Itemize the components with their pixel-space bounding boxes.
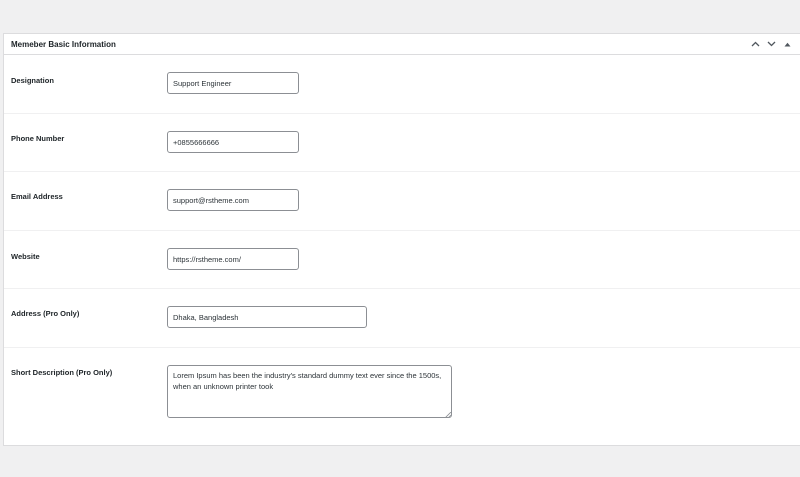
website-row: Website <box>4 231 800 289</box>
website-input[interactable] <box>167 248 299 270</box>
phone-input[interactable] <box>167 131 299 153</box>
phone-row: Phone Number <box>4 114 800 172</box>
metabox-title: Memeber Basic Information <box>11 39 116 49</box>
description-label: Short Description (Pro Only) <box>11 368 113 377</box>
designation-row: Designation <box>4 55 800 114</box>
address-row: Address (Pro Only) <box>4 289 800 348</box>
email-row: Email Address <box>4 172 800 231</box>
description-textarea[interactable] <box>167 365 452 418</box>
metabox-content: Designation Phone Number Email Address W… <box>4 55 800 426</box>
chevron-down-icon <box>767 41 775 47</box>
chevron-up-icon <box>751 41 759 47</box>
address-input[interactable] <box>167 306 367 328</box>
move-down-button[interactable] <box>764 37 778 51</box>
designation-input[interactable] <box>167 72 299 94</box>
website-label: Website <box>11 252 40 261</box>
member-info-metabox: Memeber Basic Information Designation Su… <box>3 33 800 446</box>
metabox-handle-actions <box>746 34 800 54</box>
triangle-up-icon <box>784 42 790 46</box>
email-label: Email Address <box>11 192 63 201</box>
address-label: Address (Pro Only) <box>11 309 80 318</box>
toggle-panel-button[interactable] <box>780 37 794 51</box>
description-row: Short Description (Pro Only) <box>4 348 800 426</box>
metabox-header: Memeber Basic Information <box>4 34 800 55</box>
designation-label: Designation <box>11 76 54 85</box>
email-input[interactable] <box>167 189 299 211</box>
page: Memeber Basic Information Designation Su… <box>0 0 800 477</box>
phone-label: Phone Number <box>11 134 65 143</box>
move-up-button[interactable] <box>748 37 762 51</box>
